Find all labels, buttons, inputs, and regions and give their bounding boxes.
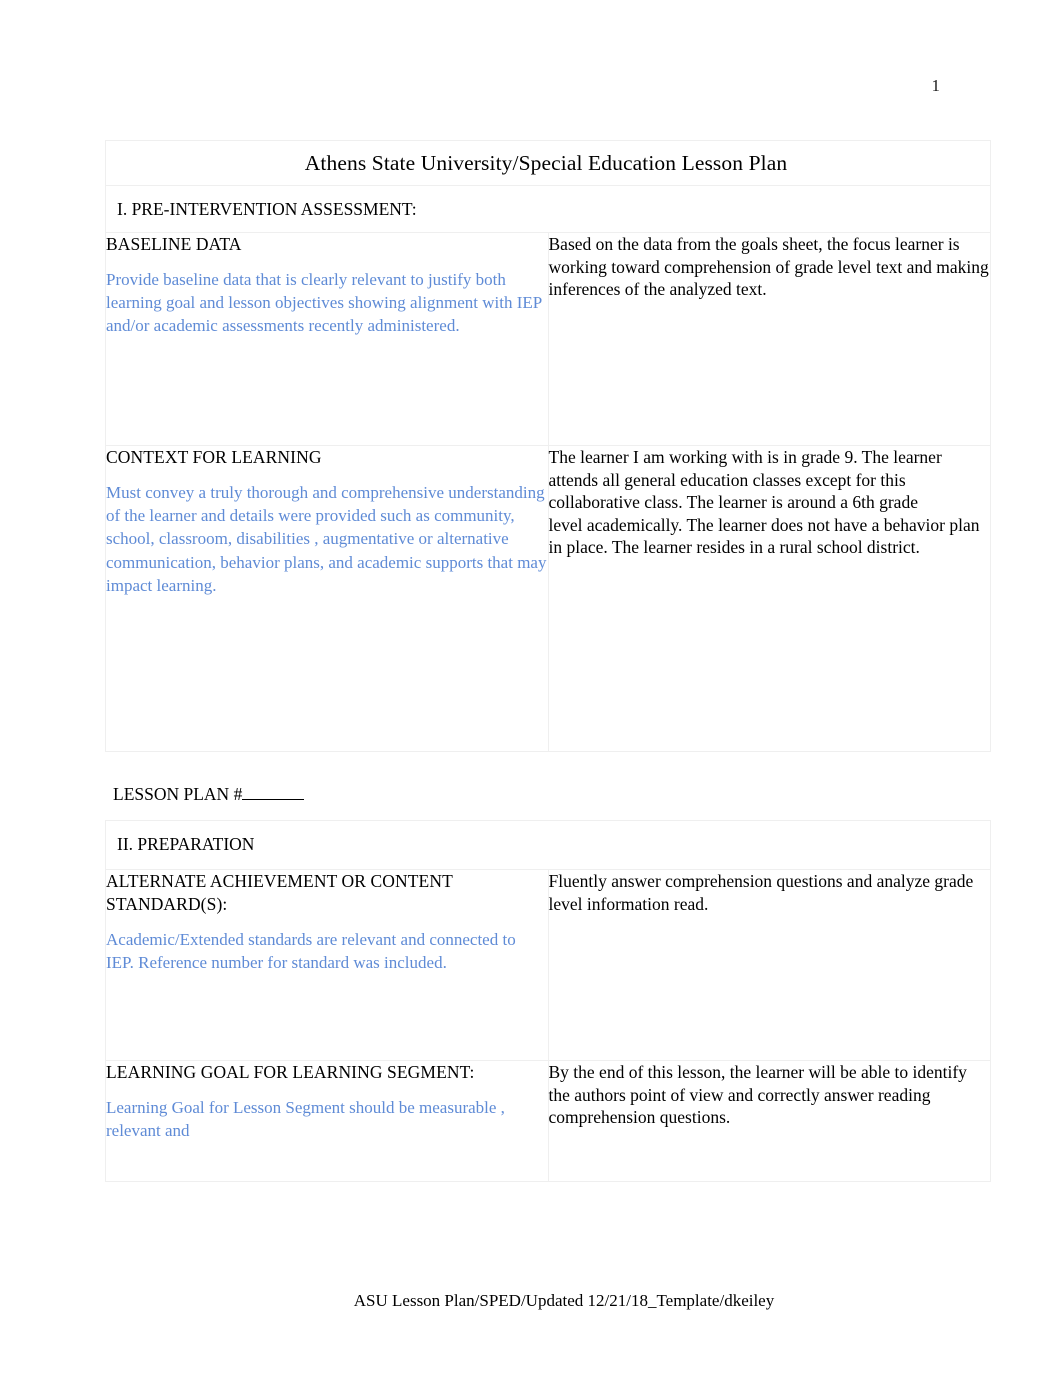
learning-goal-hint: Learning Goal for Lesson Segment should … [106,1098,505,1141]
table-row: CONTEXT FOR LEARNING Must convey a truly… [105,445,991,752]
lesson-plan-number-blank[interactable] [242,784,305,800]
title-band-row: Athens State University/Special Educatio… [105,140,991,186]
section-heading-cell-2: II. PREPARATION [105,820,991,870]
section-heading-cell-1: I. PRE-INTERVENTION ASSESSMENT: [105,185,991,233]
section-heading-row: II. PREPARATION [105,820,991,870]
baseline-data-hint: Provide baseline data that is clearly re… [106,270,542,336]
table-row: LEARNING GOAL FOR LEARNING SEGMENT: Lear… [105,1060,991,1182]
document-page: 1 Athens State University/Special Educat… [0,0,1062,1377]
baseline-data-label: BASELINE DATA [106,234,242,254]
context-for-learning-label-cell: CONTEXT FOR LEARNING Must convey a truly… [105,445,549,752]
content-standard-label-cell: ALTERNATE ACHIEVEMENT OR CONTENT STANDAR… [105,869,549,1061]
content-standard-value: Fluently answer comprehension questions … [548,871,974,914]
baseline-data-value: Based on the data from the goals sheet, … [548,234,989,300]
document-body: Athens State University/Special Educatio… [105,140,995,1182]
baseline-data-label-cell: BASELINE DATA Provide baseline data that… [105,232,549,446]
learning-goal-label-cell: LEARNING GOAL FOR LEARNING SEGMENT: Lear… [105,1060,549,1182]
lesson-plan-number-line: LESSON PLAN # [113,782,995,806]
pre-intervention-table: Athens State University/Special Educatio… [105,140,991,752]
learning-goal-value-cell[interactable]: By the end of this lesson, the learner w… [547,1060,991,1182]
lesson-plan-number-label: LESSON PLAN # [113,784,243,804]
page-footer: ASU Lesson Plan/SPED/Updated 12/21/18_Te… [0,1290,1062,1312]
content-standard-hint: Academic/Extended standards are relevant… [106,930,516,973]
footer-text: ASU Lesson Plan/SPED/Updated 12/21/18_Te… [353,1291,775,1310]
section-heading-1: I. PRE-INTERVENTION ASSESSMENT: [117,199,417,219]
section-heading-2: II. PREPARATION [117,834,255,854]
learning-goal-value: By the end of this lesson, the learner w… [548,1062,967,1128]
baseline-data-value-cell[interactable]: Based on the data from the goals sheet, … [547,232,991,446]
context-for-learning-value: The learner I am working with is in grad… [548,447,980,558]
document-title-cell: Athens State University/Special Educatio… [105,140,991,186]
section-heading-row: I. PRE-INTERVENTION ASSESSMENT: [105,185,991,233]
table-row: ALTERNATE ACHIEVEMENT OR CONTENT STANDAR… [105,869,991,1061]
page-number: 1 [931,76,941,95]
document-title: Athens State University/Special Educatio… [304,151,788,175]
preparation-table-clip: II. PREPARATION ALTERNATE ACHIEVEMENT OR… [105,820,995,1182]
context-for-learning-value-cell[interactable]: The learner I am working with is in grad… [547,445,991,752]
context-for-learning-label: CONTEXT FOR LEARNING [106,447,322,467]
context-for-learning-hint: Must convey a truly thorough and compreh… [106,483,547,595]
learning-goal-label: LEARNING GOAL FOR LEARNING SEGMENT: [106,1062,475,1082]
content-standard-value-cell[interactable]: Fluently answer comprehension questions … [547,869,991,1061]
preparation-table: II. PREPARATION ALTERNATE ACHIEVEMENT OR… [105,820,991,1182]
content-standard-label: ALTERNATE ACHIEVEMENT OR CONTENT STANDAR… [106,871,453,914]
table-row: BASELINE DATA Provide baseline data that… [105,232,991,446]
